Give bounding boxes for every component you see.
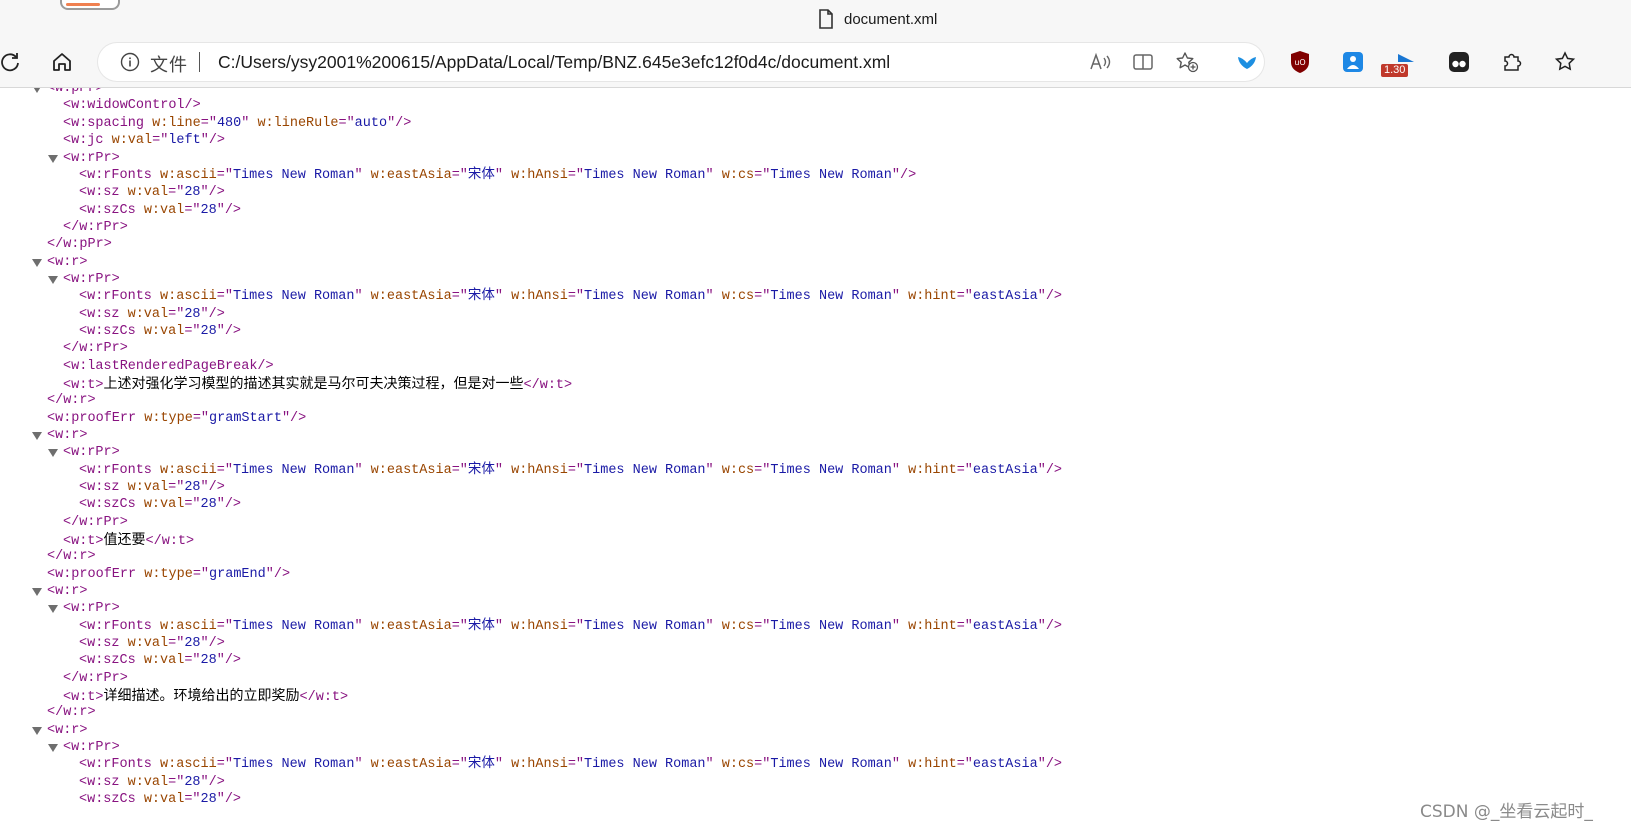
xml-line: <w:r> [32, 254, 88, 272]
file-icon [819, 9, 833, 29]
url-text[interactable]: C:/Users/ysy2001%200615/AppData/Local/Te… [218, 52, 890, 73]
xml-line: <w:sz w:val="28"/> [79, 636, 225, 651]
extension-user-button[interactable] [1340, 49, 1366, 75]
home-button[interactable] [46, 46, 78, 78]
dark-mode-icon [1449, 52, 1469, 72]
tab-indicator-fill [66, 3, 100, 6]
xml-line: <w:rFonts w:ascii="Times New Roman" w:ea… [79, 757, 1063, 772]
xml-line: <w:t>详细描述。环境给出的立即奖励</w:t> [63, 688, 349, 705]
xml-line: <w:r> [32, 583, 88, 601]
xml-viewer: <w:pPr> <w:widowControl/> <w:spacing w:l… [0, 88, 1631, 829]
collapse-toggle-icon[interactable] [32, 727, 42, 735]
window-title: document.xml [818, 8, 937, 30]
text-run: 上述对强化学习模型的描述其实就是马尔可夫决策过程，但是对一些 [103, 376, 524, 392]
xml-line: <w:widowControl/> [63, 98, 201, 113]
star-add-icon [1176, 52, 1199, 73]
refresh-icon [1, 53, 19, 72]
collapse-toggle-icon[interactable] [32, 259, 42, 267]
url-scheme-label: 文件 [150, 55, 188, 75]
xml-line: <w:proofErr w:type="gramEnd"/> [47, 567, 291, 582]
xml-line: <w:rFonts w:ascii="Times New Roman" w:ea… [79, 463, 1063, 478]
xml-line: <w:rPr> [48, 150, 120, 168]
xml-line: <w:rFonts w:ascii="Times New Roman" w:ea… [79, 619, 1063, 634]
xml-line: <w:r> [32, 722, 88, 740]
extension-dark-button[interactable] [1446, 49, 1472, 75]
address-bar[interactable]: 文件 C:/Users/ysy2001%200615/AppData/Local… [98, 43, 1264, 81]
collapse-toggle-icon[interactable] [48, 605, 58, 613]
collapse-toggle-icon[interactable] [32, 432, 42, 440]
xml-line: <w:rPr> [48, 739, 120, 757]
extension-version-badge: 1.30 [1381, 64, 1409, 77]
split-screen-icon [1133, 54, 1153, 70]
split-screen-button[interactable] [1131, 50, 1155, 74]
read-aloud-button[interactable] [1088, 50, 1112, 74]
extension-ublock-button[interactable]: uO [1287, 49, 1313, 75]
xml-line: </w:r> [47, 393, 96, 408]
xml-line: <w:szCs w:val="28"/> [79, 324, 242, 339]
xml-line: </w:rPr> [63, 515, 128, 530]
puzzle-icon [1504, 53, 1522, 71]
scheme-separator [199, 52, 200, 72]
ublock-shield-icon: uO [1291, 51, 1309, 73]
user-badge-icon [1343, 52, 1363, 72]
tab-strip-indicator[interactable] [60, 0, 120, 10]
xml-line: <w:rPr> [48, 600, 120, 618]
refresh-button[interactable] [0, 46, 26, 78]
read-aloud-icon [1090, 52, 1111, 70]
extensions-menu-button[interactable] [1499, 49, 1525, 75]
extension-player-button[interactable]: 1.30 [1381, 49, 1419, 77]
add-favorite-button[interactable] [1175, 50, 1199, 74]
extension-bird-button[interactable] [1234, 49, 1260, 75]
collapse-toggle-icon[interactable] [48, 276, 58, 284]
collapse-toggle-icon[interactable] [48, 449, 58, 457]
xml-line: <w:spacing w:line="480" w:lineRule="auto… [63, 116, 412, 131]
xml-line: <w:proofErr w:type="gramStart"/> [47, 411, 307, 426]
collapse-toggle-icon[interactable] [48, 155, 58, 163]
xml-line: <w:sz w:val="28"/> [79, 185, 225, 200]
xml-line: </w:rPr> [63, 341, 128, 356]
collapse-toggle-icon[interactable] [32, 88, 42, 93]
xml-line: </w:r> [47, 549, 96, 564]
xml-line: <w:t>上述对强化学习模型的描述其实就是马尔可夫决策过程，但是对一些</w:t… [63, 376, 573, 393]
bird-icon [1238, 57, 1256, 69]
xml-line: <w:rPr> [48, 444, 120, 462]
xml-line: </w:pPr> [47, 237, 112, 252]
home-icon [53, 53, 71, 71]
xml-line: <w:rFonts w:ascii="Times New Roman" w:ea… [79, 289, 1063, 304]
xml-line: <w:t>值还要</w:t> [63, 532, 195, 549]
favorites-button[interactable] [1552, 49, 1578, 75]
text-run: 详细描述。环境给出的立即奖励 [103, 688, 300, 704]
xml-line: <w:lastRenderedPageBreak/> [63, 359, 274, 374]
xml-line: <w:rPr> [48, 271, 120, 289]
favorites-icon [1554, 51, 1576, 71]
text-run: 值还要 [103, 532, 146, 548]
xml-line: <w:szCs w:val="28"/> [79, 792, 242, 807]
xml-line: </w:rPr> [63, 671, 128, 686]
xml-line: <w:szCs w:val="28"/> [79, 497, 242, 512]
xml-line: </w:rPr> [63, 220, 128, 235]
xml-line: <w:sz w:val="28"/> [79, 307, 225, 322]
collapse-toggle-icon[interactable] [32, 588, 42, 596]
watermark: CSDN @_坐看云起时_ [1420, 802, 1593, 822]
xml-line: </w:r> [47, 705, 96, 720]
info-icon[interactable] [120, 52, 140, 72]
window-title-text: document.xml [844, 10, 938, 28]
xml-line: <w:sz w:val="28"/> [79, 480, 225, 495]
xml-line: <w:szCs w:val="28"/> [79, 203, 242, 218]
title-bar: document.xml [0, 0, 1631, 36]
xml-line: <w:sz w:val="28"/> [79, 775, 225, 790]
browser-toolbar: 文件 C:/Users/ysy2001%200615/AppData/Local… [0, 36, 1631, 88]
xml-line: <w:r> [32, 427, 88, 445]
svg-text:uO: uO [1294, 58, 1305, 67]
collapse-toggle-icon[interactable] [48, 744, 58, 752]
xml-line: <w:szCs w:val="28"/> [79, 653, 242, 668]
xml-line: <w:rFonts w:ascii="Times New Roman" w:ea… [79, 168, 917, 183]
xml-line: <w:jc w:val="left"/> [63, 133, 226, 148]
